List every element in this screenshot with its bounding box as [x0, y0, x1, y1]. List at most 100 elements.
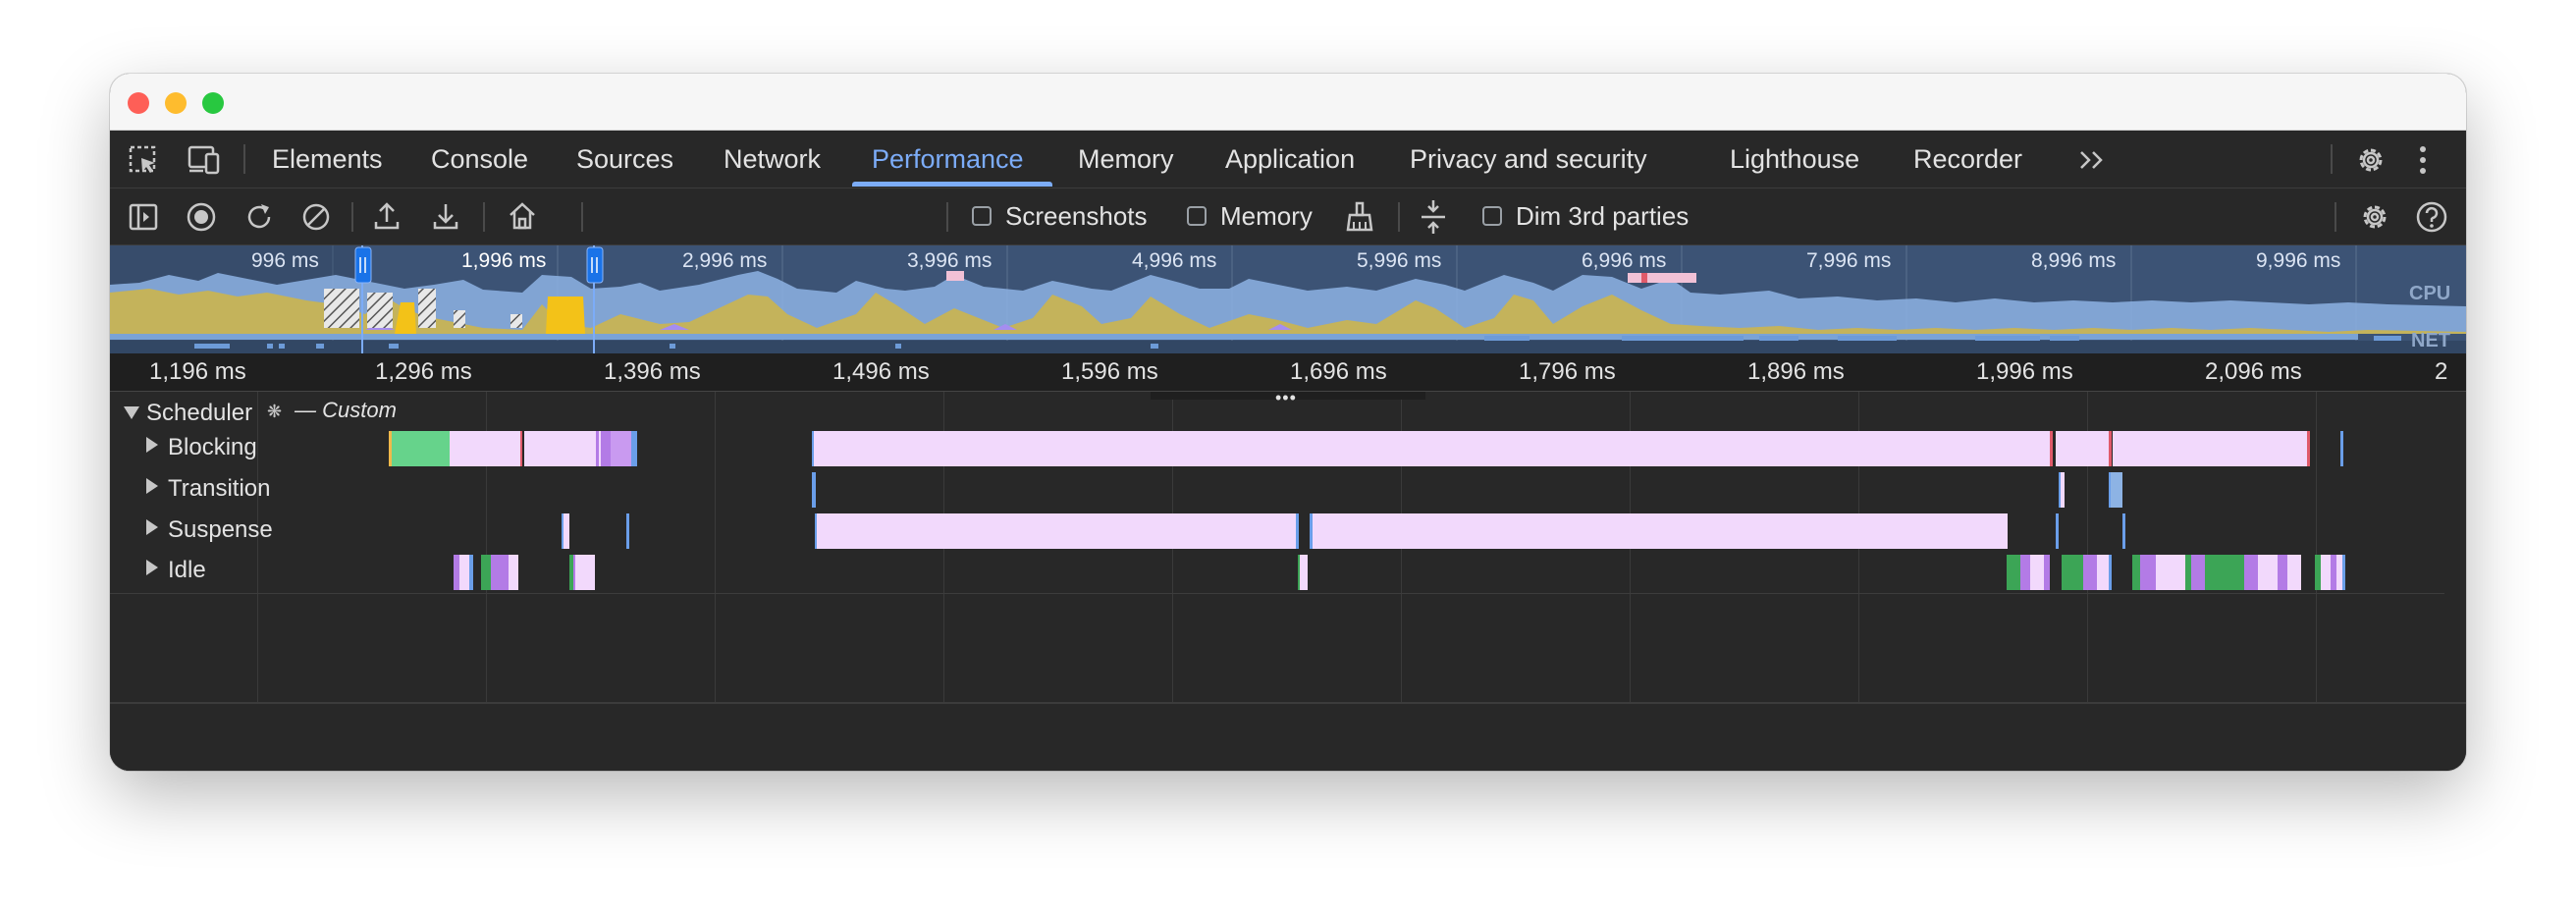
idle-task[interactable] [2083, 555, 2097, 590]
kebab-menu-icon[interactable] [2417, 144, 2429, 176]
track-label-blocking[interactable]: Blocking [168, 434, 257, 461]
garbage-collect-broom-icon[interactable] [1343, 200, 1376, 234]
idle-task[interactable] [2321, 555, 2331, 590]
blocking-marker [2307, 431, 2310, 466]
tab-memory[interactable]: Memory [1078, 131, 1174, 188]
idle-task[interactable] [573, 555, 595, 590]
idle-task[interactable] [1298, 555, 1308, 590]
dim-3rd-parties-checkbox[interactable] [1482, 206, 1502, 226]
idle-task[interactable] [2191, 555, 2205, 590]
screenshots-label: Screenshots [1005, 201, 1148, 231]
idle-task[interactable] [481, 555, 491, 590]
idle-task[interactable] [2156, 555, 2185, 590]
blocking-task[interactable] [2113, 431, 2307, 466]
idle-task[interactable] [509, 555, 518, 590]
ruler-tick: 1,596 ms [1061, 358, 1158, 385]
idle-task[interactable] [2287, 555, 2301, 590]
zoom-window-button[interactable] [202, 92, 224, 114]
cpu-label: CPU [2409, 283, 2451, 304]
inspect-element-icon[interactable] [128, 144, 159, 176]
upload-icon[interactable] [371, 200, 402, 232]
overview-tick: 6,996 ms [1582, 249, 1667, 272]
idle-task[interactable] [2140, 555, 2156, 590]
idle-task[interactable] [2062, 555, 2083, 590]
tab-lighthouse[interactable]: Lighthouse [1730, 131, 1859, 188]
device-toolbar-icon[interactable] [187, 144, 222, 176]
idle-task[interactable] [491, 555, 509, 590]
idle-task[interactable] [2258, 555, 2278, 590]
transition-task[interactable] [812, 472, 816, 508]
reload-record-icon[interactable] [243, 201, 275, 233]
capture-settings-gear-icon[interactable] [2358, 200, 2391, 234]
suspense-marker [2122, 513, 2125, 549]
blocking-task[interactable] [389, 431, 451, 466]
idle-task[interactable] [469, 555, 473, 590]
tab-application[interactable]: Application [1225, 131, 1355, 188]
transition-task[interactable] [2109, 472, 2122, 508]
row-expand-icon[interactable] [146, 478, 158, 494]
drag-dots-icon[interactable]: ••• [1275, 388, 1297, 408]
tab-elements[interactable]: Elements [272, 131, 383, 188]
idle-task[interactable] [2244, 555, 2258, 590]
close-window-button[interactable] [128, 92, 149, 114]
idle-task[interactable] [2044, 555, 2050, 590]
download-icon[interactable] [430, 200, 461, 232]
tab-network[interactable]: Network [724, 131, 821, 188]
clear-icon[interactable] [300, 201, 332, 233]
record-icon[interactable] [186, 201, 217, 233]
idle-task[interactable] [2336, 555, 2345, 590]
blocking-marker [2340, 431, 2343, 466]
help-icon[interactable] [2415, 200, 2448, 234]
blocking-marker [2109, 431, 2112, 466]
devtools-window: Elements Console Sources Network Perform… [110, 74, 2466, 771]
expand-collapse-triangle-icon[interactable] [124, 406, 139, 419]
suspense-task-long[interactable] [1310, 513, 2008, 549]
collapse-tracks-icon[interactable] [1418, 198, 1449, 236]
suspense-task[interactable] [626, 513, 629, 549]
tab-sources[interactable]: Sources [576, 131, 673, 188]
timeline-overview[interactable]: 996 ms 1,996 ms 2,996 ms 3,996 ms 4,996 … [110, 245, 2466, 353]
suspense-task[interactable] [562, 513, 569, 549]
blocking-task-long[interactable] [812, 431, 2053, 466]
ruler-tick: 1,796 ms [1519, 358, 1616, 385]
idle-task[interactable] [2205, 555, 2244, 590]
minimize-window-button[interactable] [165, 92, 187, 114]
idle-task[interactable] [2020, 555, 2030, 590]
home-icon[interactable] [507, 200, 538, 232]
tab-privacy-and-security[interactable]: Privacy and security [1410, 131, 1647, 188]
panel-tab-bar: Elements Console Sources Network Perform… [110, 131, 2466, 189]
blocking-task[interactable] [631, 431, 637, 466]
more-tabs-icon[interactable] [2077, 148, 2107, 172]
track-label-suspense[interactable]: Suspense [168, 516, 273, 544]
blocking-task[interactable] [601, 431, 611, 466]
toolbar-separator [483, 202, 485, 232]
row-expand-icon[interactable] [146, 560, 158, 575]
screenshots-checkbox[interactable] [972, 206, 992, 226]
blocking-task[interactable] [450, 431, 522, 466]
blocking-task[interactable] [2056, 431, 2109, 466]
idle-task[interactable] [2097, 555, 2112, 590]
idle-task[interactable] [459, 555, 469, 590]
overview-tick: 996 ms [251, 249, 319, 272]
idle-task[interactable] [2030, 555, 2044, 590]
memory-checkbox[interactable] [1187, 206, 1207, 226]
idle-task[interactable] [2132, 555, 2140, 590]
tab-console[interactable]: Console [431, 131, 528, 188]
idle-task[interactable] [2278, 555, 2287, 590]
row-expand-icon[interactable] [146, 519, 158, 535]
track-label-transition[interactable]: Transition [168, 475, 270, 503]
toggle-sidebar-icon[interactable] [128, 201, 159, 233]
settings-gear-icon[interactable] [2354, 143, 2388, 177]
track-label-idle[interactable]: Idle [168, 557, 206, 584]
idle-task[interactable] [2007, 555, 2020, 590]
tab-recorder[interactable]: Recorder [1913, 131, 2022, 188]
ruler-tick: 1,496 ms [832, 358, 930, 385]
transition-task[interactable] [2059, 472, 2065, 508]
overview-tick: 2,996 ms [682, 249, 768, 272]
tab-performance[interactable]: Performance [872, 131, 1024, 188]
suspense-task-long[interactable] [815, 513, 1298, 549]
scheduler-group-title[interactable]: Scheduler [146, 400, 252, 427]
dim-3rd-parties-label: Dim 3rd parties [1516, 201, 1690, 231]
toolbar-separator [351, 202, 353, 232]
row-expand-icon[interactable] [146, 437, 158, 453]
